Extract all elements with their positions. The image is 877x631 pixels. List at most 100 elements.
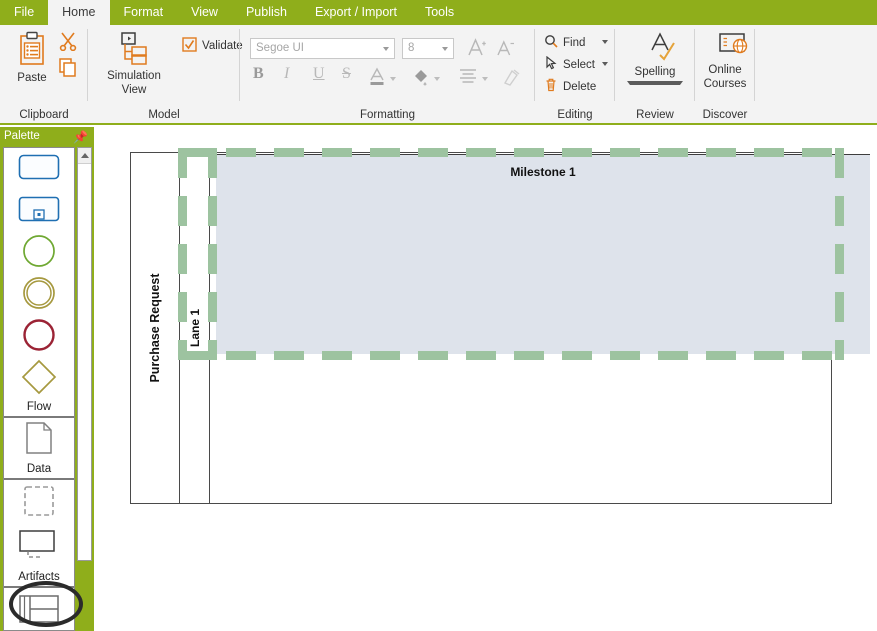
online-label: Online bbox=[708, 64, 742, 76]
palette-shape-data-object[interactable] bbox=[4, 418, 74, 462]
clipboard-group-label: Clipboard bbox=[19, 109, 69, 121]
subprocess-rectangle-icon bbox=[18, 196, 60, 227]
tab-home[interactable]: Home bbox=[48, 0, 110, 25]
checkbox-check-icon bbox=[182, 37, 197, 55]
tab-file[interactable]: File bbox=[0, 0, 48, 25]
ribbon-group-review: Spelling Review bbox=[615, 25, 695, 123]
editing-group-label: Editing bbox=[557, 109, 593, 121]
group-dashed-box-icon bbox=[23, 485, 55, 522]
intermediate-event-circle-icon bbox=[22, 276, 56, 315]
tab-view[interactable]: View bbox=[177, 0, 232, 25]
scroll-up-arrow-icon[interactable] bbox=[78, 148, 91, 164]
palette-header: Palette 📌 bbox=[0, 127, 94, 146]
palette-shape-pool[interactable] bbox=[4, 588, 74, 630]
font-family-select[interactable]: Segoe UI bbox=[250, 38, 395, 59]
copy-button[interactable] bbox=[58, 57, 78, 80]
font-color-button[interactable] bbox=[368, 67, 386, 90]
italic-button[interactable]: I bbox=[284, 65, 289, 83]
format-painter-icon bbox=[502, 67, 522, 90]
chevron-down-icon bbox=[442, 47, 448, 51]
diagram-canvas[interactable]: Purchase Request Lane 1 Milestone 1 bbox=[94, 127, 877, 631]
strikethrough-button[interactable]: S bbox=[342, 65, 351, 83]
trash-icon bbox=[544, 78, 558, 95]
milestone-selection-overlay bbox=[178, 148, 844, 360]
pin-icon[interactable]: 📌 bbox=[73, 128, 88, 147]
palette-shape-task[interactable] bbox=[4, 148, 74, 190]
selection-edge-bottom bbox=[178, 351, 844, 360]
paste-label: Paste bbox=[17, 72, 47, 84]
cursor-select-icon bbox=[544, 55, 558, 73]
ribbon-group-editing: Find Select Delete Editing bbox=[535, 25, 615, 123]
palette-section-label-flow: Flow bbox=[26, 401, 52, 413]
copy-icon bbox=[58, 57, 78, 80]
selection-edge-right bbox=[835, 148, 844, 360]
align-chevron-down-icon[interactable] bbox=[482, 77, 488, 81]
spelling-button[interactable]: Spelling bbox=[627, 31, 683, 85]
scrollbar-thumb[interactable] bbox=[78, 164, 91, 184]
select-chevron-down-icon[interactable] bbox=[602, 62, 608, 66]
review-group-label: Review bbox=[636, 109, 674, 121]
simulation-view-button[interactable]: Simulation View bbox=[96, 31, 172, 96]
fill-color-chevron-down-icon[interactable] bbox=[434, 77, 440, 81]
tab-tools[interactable]: Tools bbox=[411, 0, 468, 25]
shrink-font-icon bbox=[494, 37, 516, 62]
paste-button[interactable]: Paste bbox=[8, 31, 56, 84]
find-chevron-down-icon[interactable] bbox=[602, 40, 608, 44]
fill-color-button[interactable] bbox=[412, 67, 430, 90]
palette-section-label-data: Data bbox=[26, 463, 52, 475]
tab-export-import[interactable]: Export / Import bbox=[301, 0, 411, 25]
shrink-font-button[interactable] bbox=[494, 37, 516, 62]
palette-panel: Flow Data Artifacts bbox=[0, 146, 94, 631]
font-color-chevron-down-icon[interactable] bbox=[390, 77, 396, 81]
group-separator bbox=[754, 29, 755, 101]
palette-shape-intermediate-event[interactable] bbox=[4, 274, 74, 316]
grow-font-button[interactable] bbox=[466, 37, 488, 62]
select-label: Select bbox=[563, 58, 595, 71]
find-label: Find bbox=[563, 36, 586, 49]
palette-shape-subprocess[interactable] bbox=[4, 190, 74, 232]
font-size-select[interactable]: 8 bbox=[402, 38, 454, 59]
start-event-circle-icon bbox=[22, 234, 56, 273]
palette-scrollbar[interactable] bbox=[77, 147, 92, 561]
bold-button[interactable]: B bbox=[253, 65, 264, 83]
online-courses-button[interactable]: Online Courses bbox=[699, 31, 751, 90]
format-painter-button[interactable] bbox=[502, 67, 522, 90]
grow-font-icon bbox=[466, 37, 488, 62]
palette-shape-gateway[interactable] bbox=[4, 358, 74, 400]
selection-edge-inner bbox=[208, 148, 217, 360]
palette-shape-list: Flow Data Artifacts bbox=[3, 147, 75, 631]
spelling-chevron-down-icon[interactable] bbox=[627, 81, 683, 85]
palette-section-label-artifacts: Artifacts bbox=[18, 571, 60, 583]
palette-shape-text-annotation[interactable] bbox=[4, 526, 74, 570]
validate-label: Validate bbox=[202, 40, 243, 52]
gateway-diamond-icon bbox=[21, 359, 57, 400]
find-button[interactable]: Find bbox=[544, 34, 608, 51]
underline-button[interactable]: U bbox=[313, 65, 325, 83]
cut-button[interactable] bbox=[58, 31, 78, 54]
delete-button[interactable]: Delete bbox=[544, 78, 596, 95]
align-button[interactable] bbox=[458, 67, 478, 88]
pool-name-label: Purchase Request bbox=[148, 273, 162, 383]
online-courses-icon bbox=[714, 31, 751, 62]
palette-title: Palette bbox=[4, 130, 40, 142]
tab-format[interactable]: Format bbox=[110, 0, 178, 25]
select-button[interactable]: Select bbox=[544, 55, 608, 73]
tab-publish[interactable]: Publish bbox=[232, 0, 301, 25]
palette-shape-group[interactable] bbox=[4, 480, 74, 526]
application-window: File Home Format View Publish Export / I… bbox=[0, 0, 877, 631]
align-icon bbox=[458, 67, 478, 88]
font-size-value: 8 bbox=[408, 42, 415, 54]
delete-label: Delete bbox=[563, 80, 597, 93]
palette-shape-end-event[interactable] bbox=[4, 316, 74, 358]
ribbon-group-formatting: Segoe UI 8 B I U S Formatting bbox=[240, 25, 535, 123]
pool-header[interactable]: Purchase Request bbox=[131, 153, 180, 503]
font-color-icon bbox=[368, 67, 386, 90]
fill-color-icon bbox=[412, 67, 430, 90]
task-rectangle-icon bbox=[18, 154, 60, 185]
palette-shape-start-event[interactable] bbox=[4, 232, 74, 274]
palette-section-flow: Flow bbox=[4, 148, 74, 418]
discover-group-label: Discover bbox=[702, 109, 748, 121]
selection-edge-left bbox=[178, 148, 187, 360]
search-icon bbox=[544, 34, 558, 51]
font-family-value: Segoe UI bbox=[256, 42, 304, 54]
